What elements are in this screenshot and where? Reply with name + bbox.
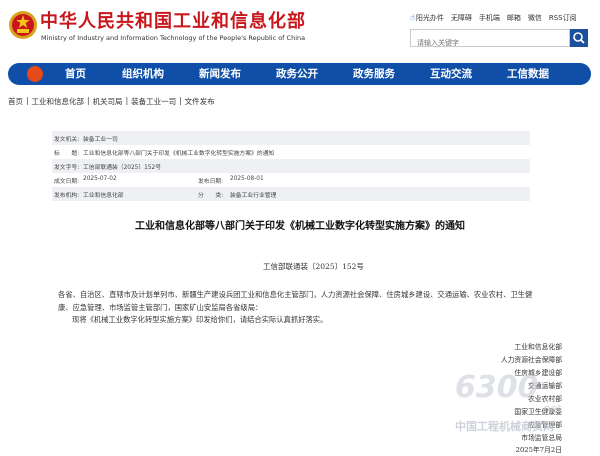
watermark-domain: .net [540,402,562,415]
breadcrumb-departments[interactable]: 机关司局 [93,96,123,107]
meta-row-dates: 成文日期: 2025-07-02 发布日期: 2025-08-01 [52,173,530,187]
watermark-number: 6300 [455,370,539,405]
meta-label: 发文字号: [54,165,80,171]
nav-organization[interactable]: 组织机构 [122,63,164,85]
search-button[interactable] [570,29,588,47]
breadcrumb-separator: | [179,96,182,105]
search-box [410,29,570,51]
top-link-wechat[interactable]: 微信 [528,13,542,23]
hand-icon: ☝ [410,13,415,22]
signer: 人力资源社会保障部 [500,356,562,364]
meta-label: 分 类: [198,193,224,199]
meta-value: 装备工业行业管理 [230,193,277,199]
nav-home[interactable]: 首页 [65,63,86,85]
home-logo-icon[interactable] [27,66,43,82]
meta-value: 工业和信息化部等八部门关于印发《机械工业数字化转型实施方案》的通知 [83,151,275,157]
breadcrumb-home[interactable]: 首页 [8,96,23,107]
top-link-label: 阳光办件 [415,14,444,22]
meta-value: 装备工业一司 [83,137,118,143]
meta-value: 2025-08-01 [230,176,264,182]
document-number: 工信部联通装〔2025〕152号 [263,262,364,271]
breadcrumb-separator: | [26,96,29,105]
site-subtitle: Ministry of Industry and Information Tec… [41,34,306,42]
breadcrumb-separator: | [87,96,90,105]
meta-row-publisher: 发布机构: 工业和信息化部 分 类: 装备工业行业管理 [52,187,530,201]
document-date: 2025年7月2日 [515,446,562,454]
nav-gov-affairs[interactable]: 政务公开 [276,63,318,85]
search-icon [573,32,585,44]
document-title: 工业和信息化部等八部门关于印发《机械工业数字化转型实施方案》的通知 [135,221,465,232]
meta-row-doc-number: 发文字号: 工信部联通装〔2025〕152号 [52,159,530,173]
top-link-accessibility[interactable]: 无障碍 [451,13,472,23]
top-link-sunshine[interactable]: ☝阳光办件 [410,13,444,23]
meta-label: 发布机构: [54,193,80,199]
meta-row-title: 标 题: 工业和信息化部等八部门关于印发《机械工业数字化转型实施方案》的通知 [52,145,530,159]
meta-label: 发布日期: [198,179,224,185]
document-meta-table: 发文机关: 装备工业一司 标 题: 工业和信息化部等八部门关于印发《机械工业数字… [52,131,530,201]
meta-label: 成文日期: [54,179,80,185]
breadcrumb-equipment-dept[interactable]: 装备工业一司 [131,96,176,107]
meta-value: 2025-07-02 [83,176,117,182]
national-emblem-icon [9,11,37,39]
breadcrumb-separator: | [125,96,129,105]
meta-row-issuer: 发文机关: 装备工业一司 [52,131,530,145]
breadcrumb-ministry[interactable]: 工业和信息化部 [32,96,85,107]
meta-label: 发文机关: [54,137,80,143]
search-input[interactable] [411,35,569,51]
top-link-mobile[interactable]: 手机端 [479,13,500,23]
site-title[interactable]: 中华人民共和国工业和信息化部 [40,12,306,32]
nav-data[interactable]: 工信数据 [507,63,549,85]
meta-label: 标 题: [54,151,80,157]
top-link-mail[interactable]: 邮箱 [507,13,521,23]
nav-interaction[interactable]: 互动交流 [430,63,472,85]
nav-news[interactable]: 新闻发布 [199,63,241,85]
top-links: ☝阳光办件 无障碍 手机端 邮箱 微信 RSS订阅 [410,13,577,23]
meta-value: 工信部联通装〔2025〕152号 [83,165,161,171]
top-link-rss[interactable]: RSS订阅 [549,13,577,23]
meta-value: 工业和信息化部 [83,193,124,199]
breadcrumb: 首页 | 工业和信息化部 | 机关司局 | 装备工业一司 | 文件发布 [8,96,215,107]
watermark-site-name: 中国工程机械商贸网 [455,420,554,433]
signer: 工业和信息化部 [514,343,562,351]
breadcrumb-docs[interactable]: 文件发布 [185,96,215,107]
document-addressee: 各省、自治区、直辖市及计划单列市、新疆生产建设兵团工业和信息化主管部门，人力资源… [58,290,533,312]
document-instruction: 现将《机械工业数字化转型实施方案》印发给你们，请结合实际认真抓好落实。 [72,315,328,324]
nav-gov-services[interactable]: 政务服务 [353,63,395,85]
